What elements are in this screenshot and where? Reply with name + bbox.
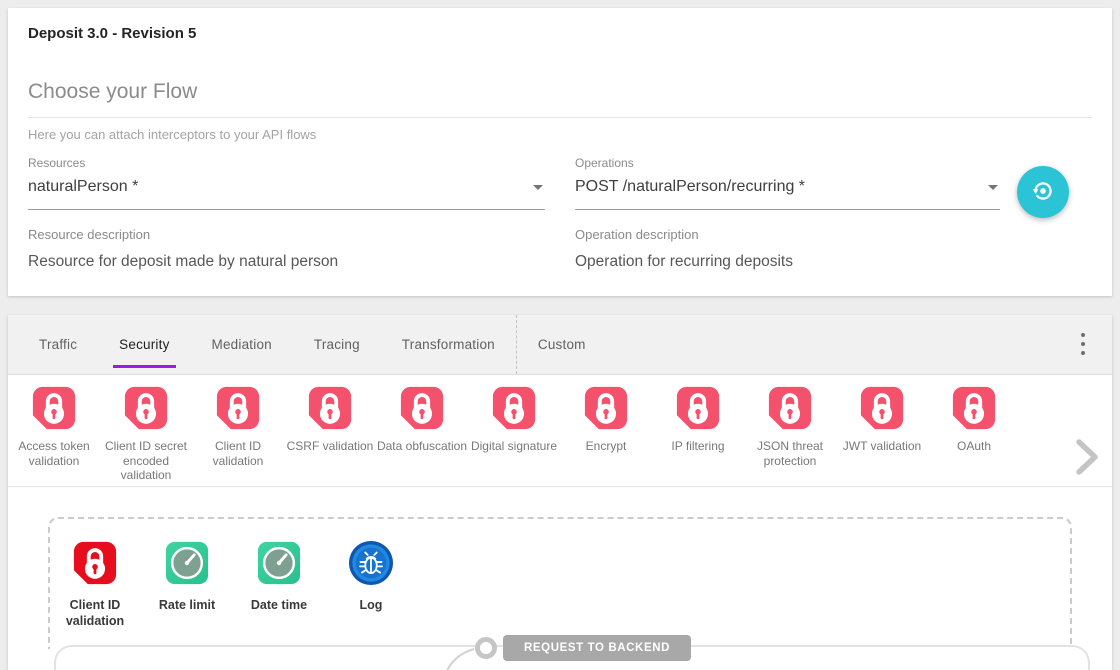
palette-item-encrypt[interactable]: Encrypt — [560, 385, 652, 486]
flow-canvas: Client ID validation Rate limit Date tim… — [8, 487, 1112, 670]
lock-badge-icon — [675, 385, 721, 431]
tab-security[interactable]: Security — [98, 315, 190, 374]
resources-value: naturalPerson * — [28, 178, 545, 210]
palette-item-data-obfuscation[interactable]: Data obfuscation — [376, 385, 468, 486]
section-subtitle: Here you can attach interceptors to your… — [28, 127, 316, 142]
chevron-down-icon — [988, 185, 998, 190]
operations-select[interactable]: Operations POST /naturalPerson/recurring… — [575, 156, 1000, 210]
flow-item-client-id-validation[interactable]: Client ID validation — [49, 540, 141, 629]
tab-bar: Traffic Security Mediation Tracing Trans… — [8, 315, 1112, 375]
interceptors-card: Traffic Security Mediation Tracing Trans… — [8, 315, 1112, 670]
lock-badge-icon — [307, 385, 353, 431]
flow-chooser-card: Deposit 3.0 - Revision 5 Choose your Flo… — [8, 8, 1112, 296]
lock-badge-icon — [123, 385, 169, 431]
bug-icon — [348, 540, 394, 586]
interceptor-palette: Access token validation Client ID secret… — [8, 375, 1112, 487]
tab-traffic[interactable]: Traffic — [18, 315, 98, 374]
tab-transformation[interactable]: Transformation — [381, 315, 516, 374]
resources-label: Resources — [28, 156, 545, 170]
lock-badge-icon — [31, 385, 77, 431]
history-restore-icon — [1030, 178, 1056, 207]
lock-badge-icon — [951, 385, 997, 431]
operations-label: Operations — [575, 156, 1000, 170]
kebab-menu-icon[interactable] — [1078, 330, 1088, 358]
operations-value: POST /naturalPerson/recurring * — [575, 178, 1000, 210]
revert-flow-button[interactable] — [1017, 166, 1069, 218]
palette-item-client-id-validation[interactable]: Client ID validation — [192, 385, 284, 486]
flow-item-date-time[interactable]: Date time — [233, 540, 325, 629]
api-title: Deposit 3.0 - Revision 5 — [28, 25, 196, 42]
tab-tracing[interactable]: Tracing — [293, 315, 381, 374]
palette-item-digital-signature[interactable]: Digital signature — [468, 385, 560, 486]
operation-description: Operation description Operation for recu… — [575, 227, 793, 271]
tab-custom[interactable]: Custom — [516, 315, 607, 374]
page: Deposit 3.0 - Revision 5 Choose your Flo… — [0, 0, 1120, 670]
lock-badge-icon — [399, 385, 445, 431]
resources-select[interactable]: Resources naturalPerson * — [28, 156, 545, 210]
palette-item-csrf-validation[interactable]: CSRF validation — [284, 385, 376, 486]
lock-badge-icon — [72, 540, 118, 586]
chevron-right-icon[interactable] — [1074, 437, 1100, 482]
palette-item-oauth[interactable]: OAuth — [928, 385, 1020, 486]
lock-badge-icon — [491, 385, 537, 431]
request-to-backend-badge: REQUEST TO BACKEND — [503, 635, 691, 661]
lock-badge-icon — [215, 385, 261, 431]
gauge-icon — [256, 540, 302, 586]
attached-interceptors: Client ID validation Rate limit Date tim… — [49, 540, 417, 629]
palette-item-client-id-secret-encoded-validation[interactable]: Client ID secret encoded validation — [100, 385, 192, 486]
lock-badge-icon — [767, 385, 813, 431]
section-heading: Choose your Flow — [28, 80, 1092, 118]
flow-item-log[interactable]: Log — [325, 540, 417, 629]
tab-mediation[interactable]: Mediation — [191, 315, 293, 374]
palette-item-ip-filtering[interactable]: IP filtering — [652, 385, 744, 486]
palette-item-json-threat-protection[interactable]: JSON threat protection — [744, 385, 836, 486]
palette-item-jwt-validation[interactable]: JWT validation — [836, 385, 928, 486]
flow-item-rate-limit[interactable]: Rate limit — [141, 540, 233, 629]
chevron-down-icon — [533, 185, 543, 190]
gauge-icon — [164, 540, 210, 586]
lock-badge-icon — [859, 385, 905, 431]
palette-item-access-token-validation[interactable]: Access token validation — [8, 385, 100, 486]
resource-description: Resource description Resource for deposi… — [28, 227, 338, 271]
flow-node — [475, 637, 497, 659]
lock-badge-icon — [583, 385, 629, 431]
